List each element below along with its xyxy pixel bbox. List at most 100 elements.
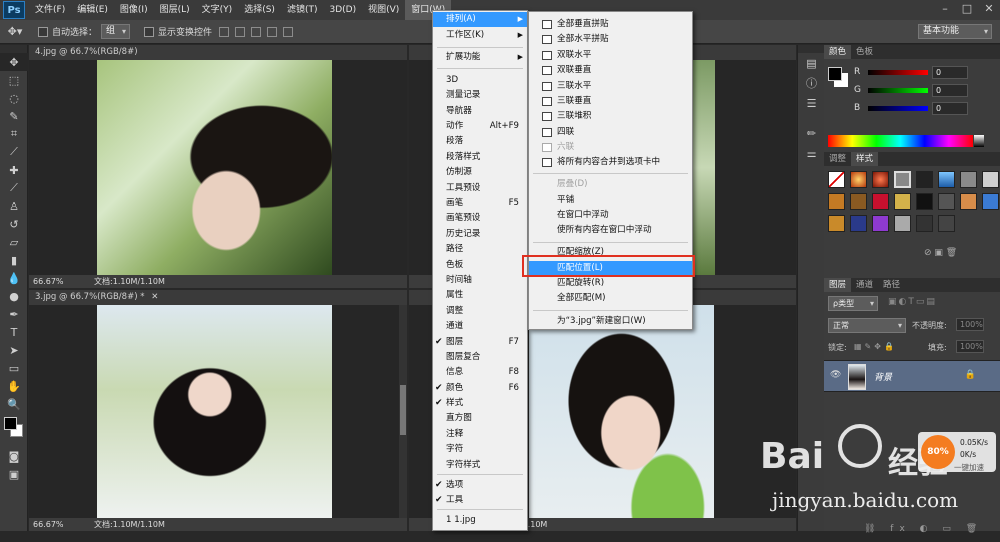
- pen-tool-icon[interactable]: ✒: [0, 305, 28, 323]
- document-canvas[interactable]: [29, 60, 407, 275]
- arrange-menu-item[interactable]: 三联堆积: [529, 109, 692, 124]
- align-left-icon[interactable]: [267, 26, 278, 37]
- window-menu-item[interactable]: 画笔 F5: [433, 196, 527, 211]
- blue-slider[interactable]: [868, 105, 928, 111]
- marquee-tool-icon[interactable]: ⬚: [0, 71, 28, 89]
- window-menu-item[interactable]: 直方图: [433, 411, 527, 426]
- move-tool-preset-icon[interactable]: ✥▾: [0, 23, 30, 41]
- style-swatch-none[interactable]: [828, 171, 845, 188]
- menu-file[interactable]: 文件(F): [29, 0, 71, 20]
- window-menu-item[interactable]: 测量记录: [433, 88, 527, 103]
- style-swatch[interactable]: [894, 215, 911, 232]
- blue-value-input[interactable]: 0: [932, 101, 968, 115]
- layer-row-background[interactable]: 👁 背景 🔒: [824, 360, 1000, 392]
- show-transform-checkbox[interactable]: [144, 26, 155, 37]
- style-swatch[interactable]: [916, 215, 933, 232]
- tab-color[interactable]: 颜色: [824, 45, 852, 59]
- window-menu-item[interactable]: 动作 Alt+F9: [433, 119, 527, 134]
- window-menu-item[interactable]: 排列(A) ▶: [433, 12, 527, 27]
- style-swatch[interactable]: [872, 215, 889, 232]
- type-tool-icon[interactable]: T: [0, 323, 28, 341]
- window-menu-item[interactable]: 色板: [433, 258, 527, 273]
- arrange-menu-item[interactable]: 匹配旋转(R): [529, 276, 692, 291]
- red-slider[interactable]: [868, 69, 928, 75]
- menu-select[interactable]: 选择(S): [238, 0, 281, 20]
- style-swatch[interactable]: [916, 171, 933, 188]
- window-menu-item[interactable]: 段落样式: [433, 150, 527, 165]
- zoom-tool-icon[interactable]: 🔍: [0, 395, 28, 413]
- window-menu-item[interactable]: 1 1.jpg: [433, 513, 527, 528]
- color-spectrum-bar[interactable]: [828, 135, 973, 147]
- blur-tool-icon[interactable]: 💧: [0, 269, 28, 287]
- grayscale-ramp[interactable]: [974, 135, 984, 147]
- style-swatch[interactable]: [872, 193, 889, 210]
- window-menu-item[interactable]: 调整: [433, 304, 527, 319]
- info-panel-icon[interactable]: ⓘ: [798, 73, 825, 93]
- visibility-eye-icon[interactable]: 👁: [830, 370, 841, 380]
- menu-image[interactable]: 图像(I): [114, 0, 154, 20]
- window-menu-item[interactable]: 字符: [433, 442, 527, 457]
- color-fg-swatch[interactable]: [828, 67, 842, 81]
- arrange-menu-item[interactable]: 双联水平: [529, 48, 692, 63]
- align-bottom-icon[interactable]: [251, 26, 262, 37]
- minimize-button[interactable]: –: [934, 0, 956, 18]
- hand-tool-icon[interactable]: ✋: [0, 377, 28, 395]
- toolbar-grip[interactable]: [0, 45, 27, 53]
- zoom-level[interactable]: 66.67%: [33, 520, 64, 529]
- arrange-menu-item[interactable]: 在窗口中浮动: [529, 208, 692, 223]
- tab-channels[interactable]: 通道: [851, 278, 878, 292]
- gradient-tool-icon[interactable]: ▮: [0, 251, 28, 269]
- window-menu-item[interactable]: 工具 ✔: [433, 493, 527, 508]
- blend-mode-dropdown[interactable]: 正常: [828, 318, 906, 333]
- style-swatch[interactable]: [982, 171, 999, 188]
- arrange-menu-item[interactable]: 将所有内容合并到选项卡中: [529, 155, 692, 170]
- fill-input[interactable]: 100%: [956, 340, 984, 353]
- style-swatch[interactable]: [960, 171, 977, 188]
- menu-3d[interactable]: 3D(D): [323, 0, 362, 20]
- tab-adjustments[interactable]: 调整: [824, 152, 851, 166]
- arrange-menu-item[interactable]: 双联垂直: [529, 63, 692, 78]
- style-swatch[interactable]: [916, 193, 933, 210]
- red-value-input[interactable]: 0: [932, 65, 968, 79]
- window-menu-item[interactable]: 图层复合: [433, 350, 527, 365]
- tab-paths[interactable]: 路径: [878, 278, 905, 292]
- window-menu-item[interactable]: 历史记录: [433, 227, 527, 242]
- close-tab-icon[interactable]: ✕: [151, 292, 158, 302]
- rectangle-tool-icon[interactable]: ▭: [0, 359, 28, 377]
- document-tab[interactable]: 3.jpg @ 66.7%(RGB/8#) * ✕: [29, 290, 407, 305]
- style-swatch[interactable]: [938, 193, 955, 210]
- dock-grip[interactable]: [798, 45, 824, 53]
- window-menu-item[interactable]: 属性: [433, 288, 527, 303]
- move-tool-icon[interactable]: ✥: [0, 53, 28, 71]
- tab-layers[interactable]: 图层: [824, 278, 852, 292]
- adjust-panel-icon[interactable]: ⚌: [798, 143, 825, 163]
- style-swatch[interactable]: [894, 171, 911, 188]
- arrange-menu-item[interactable]: 四联: [529, 125, 692, 140]
- style-swatch[interactable]: [960, 193, 977, 210]
- eraser-tool-icon[interactable]: ▱: [0, 233, 28, 251]
- style-swatch[interactable]: [894, 193, 911, 210]
- window-menu-item[interactable]: 样式 ✔: [433, 396, 527, 411]
- menu-filter[interactable]: 滤镜(T): [281, 0, 324, 20]
- arrange-menu-item[interactable]: 三联垂直: [529, 94, 692, 109]
- network-speed-widget[interactable]: 80% 0.05K/s 0K/s 一键加速: [918, 432, 996, 472]
- auto-select-dropdown[interactable]: 组: [101, 24, 131, 39]
- style-swatch[interactable]: [828, 215, 845, 232]
- styles-panel-footer-icons[interactable]: ⊘ ▣ 🗑: [924, 248, 957, 258]
- style-swatch[interactable]: [938, 215, 955, 232]
- window-menu-item[interactable]: 信息 F8: [433, 365, 527, 380]
- brush-panel-icon[interactable]: ✏: [798, 123, 825, 143]
- brush-tool-icon[interactable]: ⟋: [0, 179, 28, 197]
- document-tab[interactable]: 4.jpg @ 66.7%(RGB/8#): [29, 45, 407, 60]
- window-menu-item[interactable]: 工具预设: [433, 181, 527, 196]
- scrollbar-thumb[interactable]: [400, 385, 406, 435]
- layer-name[interactable]: 背景: [874, 370, 892, 383]
- quick-select-tool-icon[interactable]: ✎: [0, 107, 28, 125]
- maximize-button[interactable]: □: [956, 0, 978, 18]
- close-button[interactable]: ✕: [978, 0, 1000, 18]
- style-swatch[interactable]: [938, 171, 955, 188]
- window-menu-item[interactable]: 工作区(K) ▶: [433, 28, 527, 43]
- style-swatch[interactable]: [850, 193, 867, 210]
- crop-tool-icon[interactable]: ⌗: [0, 125, 28, 143]
- arrange-menu-item[interactable]: 为“3.jpg”新建窗口(W): [529, 314, 692, 329]
